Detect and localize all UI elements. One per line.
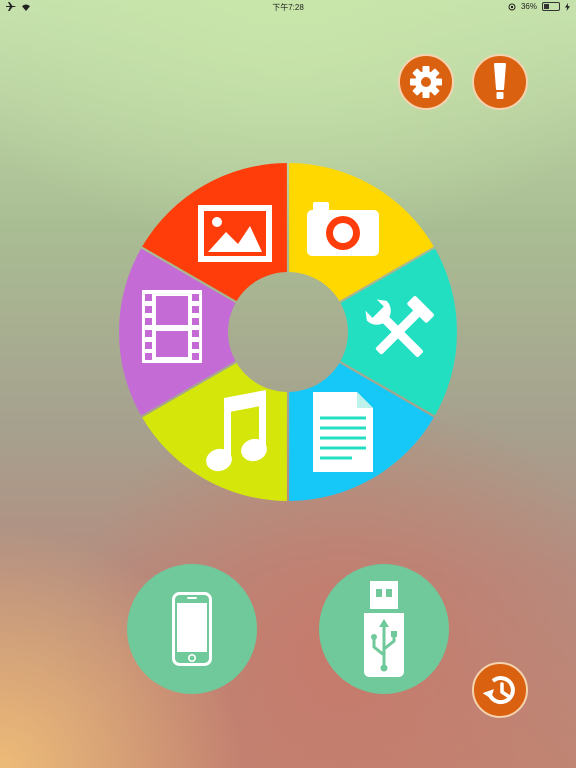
device-iphone-button[interactable]	[127, 564, 257, 694]
usb-drive-icon	[362, 579, 406, 679]
camera-icon	[307, 202, 379, 256]
history-button[interactable]	[472, 662, 528, 718]
iphone-icon	[172, 592, 212, 666]
history-icon	[481, 671, 519, 709]
device-usb-button[interactable]	[319, 564, 449, 694]
document-icon	[313, 392, 373, 472]
category-wheel	[119, 163, 457, 501]
